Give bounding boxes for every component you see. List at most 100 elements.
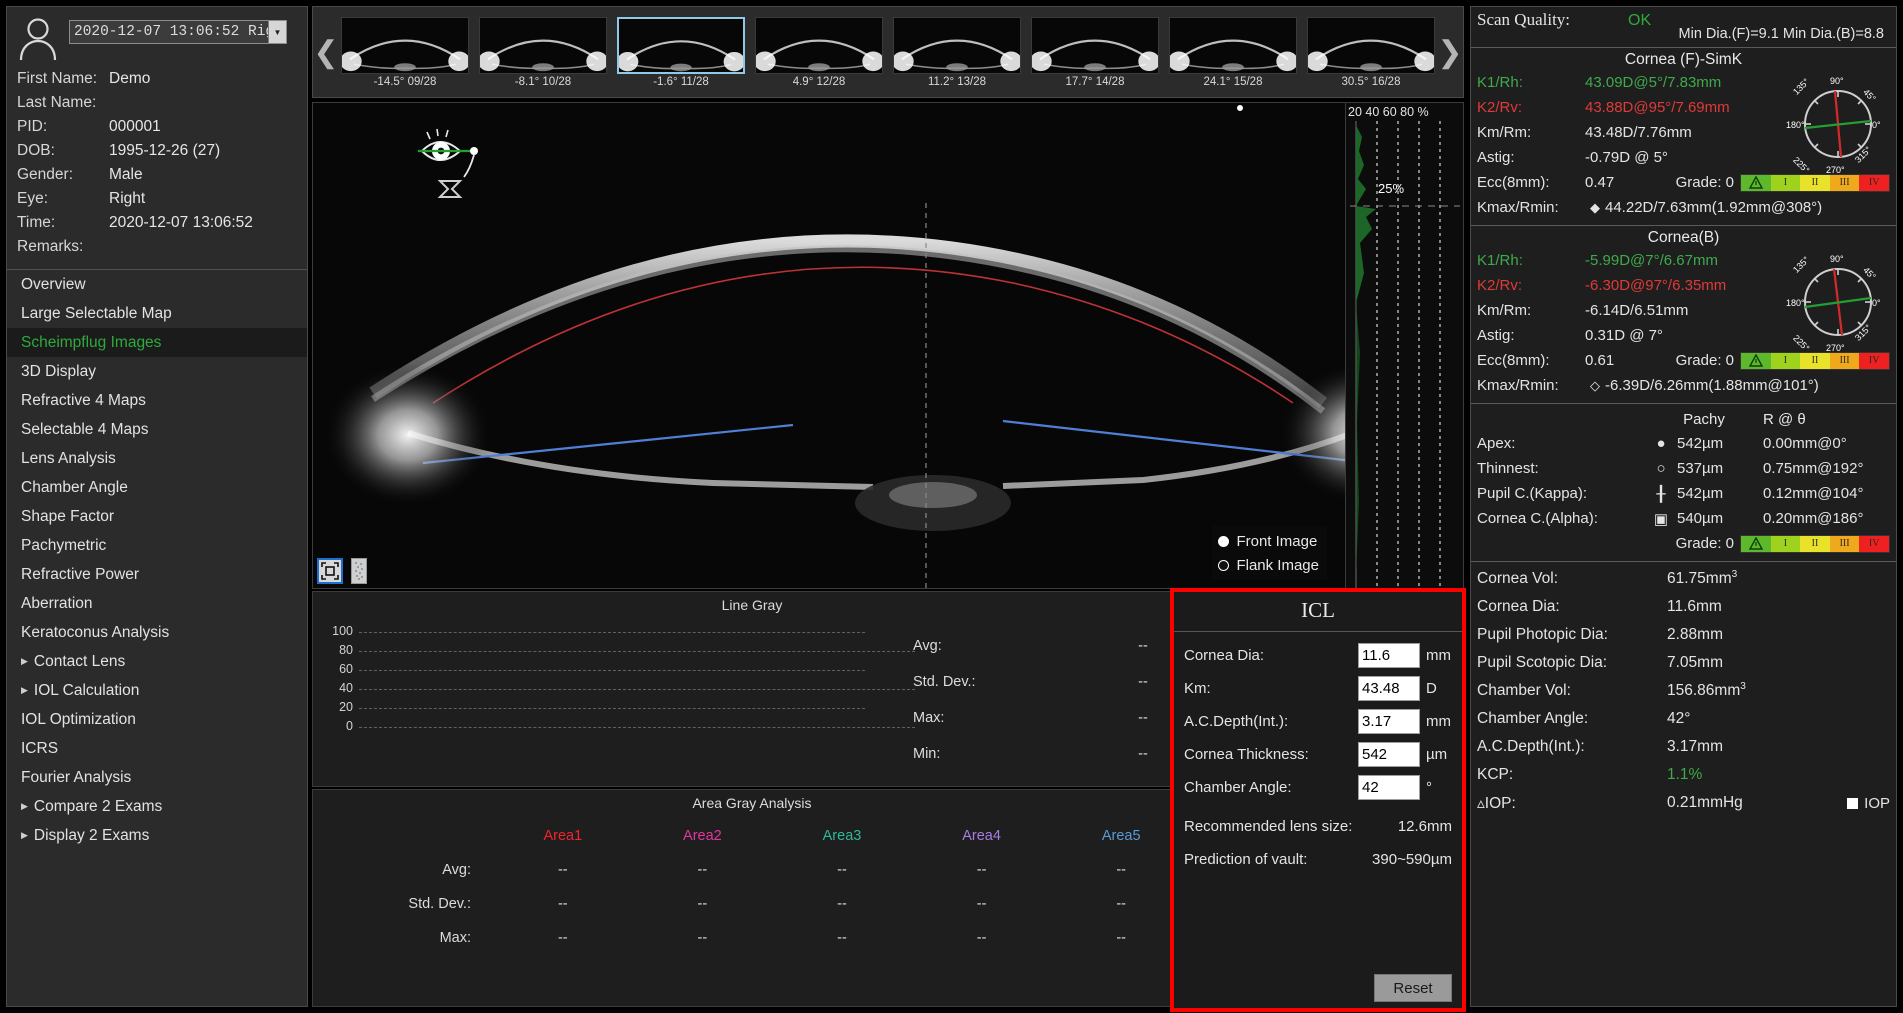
sidebar-item-refractive-4-maps[interactable]: Refractive 4 Maps <box>7 386 307 415</box>
pachymetry-value: 540µm <box>1677 510 1724 527</box>
sidebar-item-fourier-analysis[interactable]: Fourier Analysis <box>7 763 307 792</box>
icl-input-cornea-thickness[interactable] <box>1358 742 1420 767</box>
cornea-back-metric-label: Km/Rm: <box>1477 302 1532 319</box>
thumbnail-image <box>893 16 1021 74</box>
sidebar-item-lens-analysis[interactable]: Lens Analysis <box>7 444 307 473</box>
patient-field-row: Gender: Male <box>17 163 307 187</box>
area-gray-cell: -- <box>557 930 568 946</box>
thumbnail-item[interactable]: 11.2° 13/28 <box>893 16 1021 88</box>
cornea-front-kmax-value: 44.22D/7.63mm(1.92mm@308°) <box>1605 199 1823 216</box>
thumbnail-image <box>341 16 469 74</box>
sidebar-item-compare-2-exams[interactable]: ▶ Compare 2 Exams <box>7 792 307 821</box>
sidebar-item-refractive-power[interactable]: Refractive Power <box>7 560 307 589</box>
iop-toggle[interactable]: IOP <box>1847 795 1890 812</box>
sidebar-item-display-2-exams[interactable]: ▶ Display 2 Exams <box>7 821 307 850</box>
patient-field-label: PID: <box>17 118 48 135</box>
svg-text:0°: 0° <box>1872 120 1881 130</box>
area-gray-row-label: Max: <box>439 930 471 946</box>
dot-pattern-icon <box>355 562 363 580</box>
sidebar-item-iol-optimization[interactable]: IOL Optimization <box>7 705 307 734</box>
pachy-grade-row: Grade: 0 I II III IV <box>1477 531 1890 556</box>
eye-orientation-icon <box>418 125 488 200</box>
summary-label: Pupil Scotopic Dia: <box>1477 654 1608 671</box>
thumbnail-item[interactable]: 4.9° 12/28 <box>755 16 883 88</box>
pachymetry-section: Pachy R @ θ Apex: ● 542µm 0.00mm@0° Thinn… <box>1471 404 1896 562</box>
sidebar-item-large-selectable-map[interactable]: Large Selectable Map <box>7 299 307 328</box>
svg-text:135°: 135° <box>1791 76 1812 97</box>
thumbnail-item[interactable]: 24.1° 15/28 <box>1169 16 1297 88</box>
fit-to-window-button[interactable] <box>317 558 343 584</box>
sidebar-item-label: Chamber Angle <box>21 479 128 496</box>
sidebar-item-iol-calculation[interactable]: ▶ IOL Calculation <box>7 676 307 705</box>
chevron-down-icon[interactable]: ▼ <box>268 21 286 43</box>
patient-field-value: 000001 <box>109 118 161 135</box>
cornea-front-metric-label: K1/Rh: <box>1477 74 1523 91</box>
sidebar-item-keratoconus-analysis[interactable]: Keratoconus Analysis <box>7 618 307 647</box>
icl-reset-button[interactable]: Reset <box>1374 974 1452 1002</box>
area-gray-header-row: Area1 Area2 Area3 Area4 Area5 <box>313 819 1191 853</box>
sidebar-item-shape-factor[interactable]: Shape Factor <box>7 502 307 531</box>
radio-front-image[interactable]: Front Image <box>1218 529 1319 553</box>
sidebar-item-label: Keratoconus Analysis <box>21 624 170 641</box>
thumbnail-item[interactable]: -8.1° 10/28 <box>479 16 607 88</box>
summary-value: 2.88mm <box>1667 626 1723 643</box>
summary-label: Chamber Angle: <box>1477 710 1589 727</box>
sidebar-item-icrs[interactable]: ICRS <box>7 734 307 763</box>
cornea-front-ecc-value: 0.47 <box>1585 174 1615 191</box>
noise-pattern-button[interactable] <box>351 558 367 584</box>
iop-checkbox-icon[interactable] <box>1847 797 1859 809</box>
expand-arrow-icon: ▶ <box>21 801 28 812</box>
sidebar-item-label: Overview <box>21 276 86 293</box>
line-gray-panel: Line Gray 100 80 60 40 20 0 Avg: -- Std. Dev.:… <box>312 591 1192 787</box>
grade-segment <box>1741 352 1771 369</box>
thumbnail-item[interactable]: -14.5° 09/28 <box>341 16 469 88</box>
cornea-back-section: Cornea(B) K1/Rh: -5.99D@7°/6.67mm K2/Rv: … <box>1471 226 1896 404</box>
svg-text:225°: 225° <box>1791 155 1812 176</box>
icl-input-cornea-dia[interactable] <box>1358 643 1420 668</box>
icl-input-km[interactable] <box>1358 676 1420 701</box>
image-view-radio-group: Front Image Flank Image <box>1212 526 1327 580</box>
icl-input-a-c-depth-int[interactable] <box>1358 709 1420 734</box>
pachymetry-value: 537µm <box>1677 460 1724 477</box>
sidebar-item-contact-lens[interactable]: ▶ Contact Lens <box>7 647 307 676</box>
radio-indicator-icon[interactable] <box>1218 559 1230 571</box>
sidebar-item-label: IOL Optimization <box>21 711 136 728</box>
thumbnails-next-button[interactable]: ❯ <box>1437 7 1463 97</box>
histogram-marker-label: 25% <box>1378 181 1405 196</box>
pachymetry-row: Cornea C.(Alpha): ▣ 540µm 0.20mm@186° <box>1477 506 1890 531</box>
thumbnails-prev-button[interactable]: ❮ <box>313 7 339 97</box>
scheimpflug-main-image[interactable]: Front Image Flank Image 20 40 60 80 % 25… <box>312 102 1464 589</box>
sidebar-item-selectable-4-maps[interactable]: Selectable 4 Maps <box>7 415 307 444</box>
line-gray-stat-row: Std. Dev.: -- <box>913 664 1173 700</box>
grade-segment <box>1741 535 1771 552</box>
sidebar-item-aberration[interactable]: Aberration <box>7 589 307 618</box>
sidebar-item-overview[interactable]: Overview <box>7 270 307 299</box>
radio-flank-image[interactable]: Flank Image <box>1218 553 1319 577</box>
summary-label: Pupil Photopic Dia: <box>1477 626 1608 643</box>
radio-indicator-icon[interactable] <box>1218 535 1230 547</box>
icl-recommended-lens-row: Recommended lens size: 12.6mm <box>1174 817 1462 836</box>
patient-field-row: Eye: Right <box>17 187 307 211</box>
line-gray-stat-value: -- <box>1138 638 1148 654</box>
thumbnail-label: 24.1° 15/28 <box>1203 75 1263 88</box>
right-data-panel: Scan Quality: OK Min Dia.(F)=9.1 Min Dia… <box>1470 6 1897 1007</box>
area-gray-corner-cell <box>313 819 493 853</box>
line-gray-stat-value: -- <box>1138 710 1148 726</box>
sidebar-item-scheimpflug-images[interactable]: Scheimpflug Images <box>7 328 307 357</box>
left-sidebar: 2020-12-07 13:06:52 Right ▼ First Name: … <box>6 6 308 1007</box>
pachy-grade-label: Grade: 0 <box>1675 535 1734 552</box>
icl-vault-value: 390~590µm <box>1372 851 1452 868</box>
thumbnail-item[interactable]: -1.6° 11/28 <box>617 16 745 88</box>
sidebar-item-pachymetric[interactable]: Pachymetric <box>7 531 307 560</box>
svg-text:270°: 270° <box>1826 343 1845 353</box>
icl-input-chamber-angle[interactable] <box>1358 775 1420 800</box>
exam-selector-dropdown[interactable]: 2020-12-07 13:06:52 Right ▼ <box>69 20 287 44</box>
thumbnail-item[interactable]: 17.7° 14/28 <box>1031 16 1159 88</box>
icl-input-unit: D <box>1426 680 1437 697</box>
sidebar-item-3d-display[interactable]: 3D Display <box>7 357 307 386</box>
patient-field-label: Remarks: <box>17 238 84 255</box>
sidebar-item-chamber-angle[interactable]: Chamber Angle <box>7 473 307 502</box>
scan-quality-label: Scan Quality: <box>1477 10 1571 29</box>
icl-input-unit: ° <box>1426 779 1432 796</box>
thumbnail-item[interactable]: 30.5° 16/28 <box>1307 16 1435 88</box>
